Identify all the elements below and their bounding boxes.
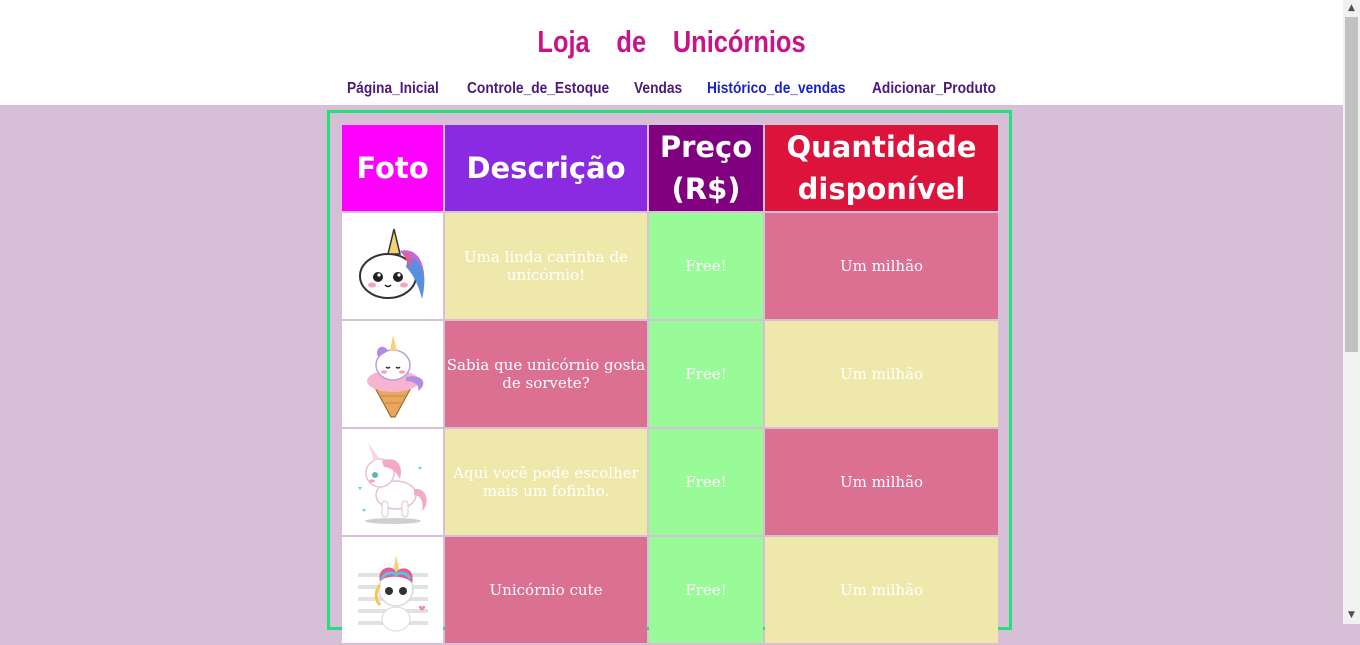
column-header-descricao: Descrição <box>445 125 647 211</box>
photo-cell <box>342 429 443 535</box>
vertical-scrollbar[interactable]: ▲ ▼ <box>1343 0 1360 624</box>
photo-cell <box>342 321 443 427</box>
quantity-cell: Um milhão <box>765 537 998 643</box>
price-cell: Free! <box>649 429 763 535</box>
unicorn-cute-image <box>342 540 443 640</box>
table-row: Aqui você pode escolher mais um fofinho.… <box>342 429 998 535</box>
scroll-up-arrow-icon[interactable]: ▲ <box>1343 0 1360 17</box>
photo-cell <box>342 213 443 319</box>
nav-link-vendas[interactable]: Vendas <box>634 80 682 98</box>
column-header-quantidade: Quantidade disponível <box>765 125 998 211</box>
scrollbar-thumb[interactable] <box>1345 17 1358 352</box>
unicorn-face-image <box>342 216 443 316</box>
table-row: Sabia que unicórnio gosta de sorvete? Fr… <box>342 321 998 427</box>
scroll-down-arrow-icon[interactable]: ▼ <box>1343 607 1360 624</box>
table-row: Unicórnio cute Free! Um milhão <box>342 537 998 643</box>
nav-link-pagina-inicial[interactable]: Página_Inicial <box>347 80 439 98</box>
description-cell: Uma linda carinha de unicórnio! <box>445 213 647 319</box>
price-cell: Free! <box>649 321 763 427</box>
nav-link-adicionar-produto[interactable]: Adicionar_Produto <box>872 80 996 98</box>
table-row: Uma linda carinha de unicórnio! Free! Um… <box>342 213 998 319</box>
quantity-cell: Um milhão <box>765 213 998 319</box>
column-header-preco: Preço (R$) <box>649 125 763 211</box>
unicorn-ice-cream-image <box>342 324 443 424</box>
main-nav: Página_Inicial Controle_de_Estoque Venda… <box>0 80 1343 102</box>
page-header: Loja de Unicórnios Página_Inicial Contro… <box>0 0 1343 105</box>
price-cell: Free! <box>649 213 763 319</box>
page-title: Loja de Unicórnios <box>537 24 806 59</box>
nav-link-controle-de-estoque[interactable]: Controle_de_Estoque <box>467 80 609 98</box>
nav-link-historico-de-vendas[interactable]: Histórico_de_vendas <box>707 80 845 98</box>
description-cell: Sabia que unicórnio gosta de sorvete? <box>445 321 647 427</box>
description-cell: Aqui você pode escolher mais um fofinho. <box>445 429 647 535</box>
unicorn-pony-image <box>342 432 443 532</box>
column-header-foto: Foto <box>342 125 443 211</box>
table-header-row: Foto Descrição Preço (R$) Quantidade dis… <box>342 125 998 211</box>
quantity-cell: Um milhão <box>765 321 998 427</box>
quantity-cell: Um milhão <box>765 429 998 535</box>
price-cell: Free! <box>649 537 763 643</box>
description-cell: Unicórnio cute <box>445 537 647 643</box>
products-table: Foto Descrição Preço (R$) Quantidade dis… <box>340 123 1000 645</box>
photo-cell <box>342 537 443 643</box>
